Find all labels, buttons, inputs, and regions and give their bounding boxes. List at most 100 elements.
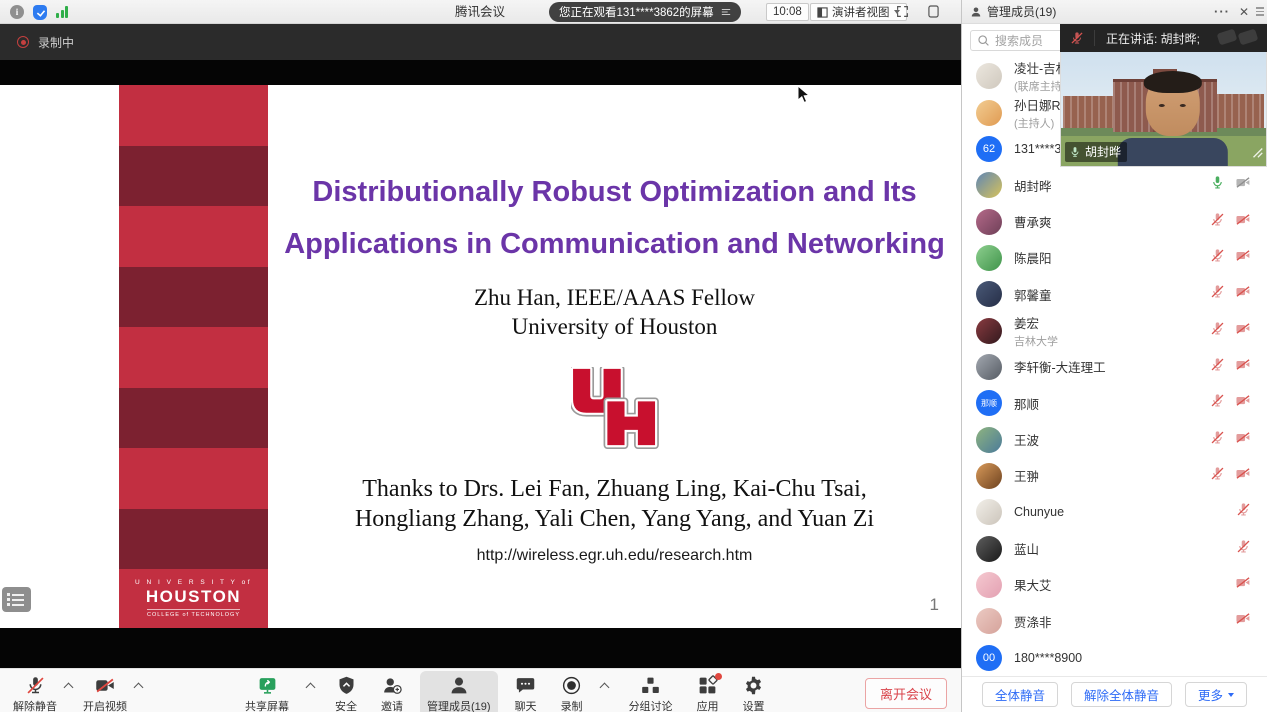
toolbar-item-apps[interactable]: 应用 — [690, 671, 726, 712]
invite-user-icon — [381, 674, 403, 696]
camera-off-icon[interactable] — [1235, 466, 1251, 486]
fullscreen-icon[interactable] — [896, 5, 909, 23]
members-panel-header: 管理成员(19) ··· ✕ — [962, 0, 1267, 24]
button-label: 全体静音 — [995, 685, 1045, 704]
avatar — [976, 281, 1002, 307]
participant-row[interactable]: 王翀 — [962, 458, 1267, 494]
participant-row[interactable]: 蓝山 — [962, 530, 1267, 566]
camera-off-icon[interactable] — [1235, 575, 1251, 595]
more-button[interactable]: 更多 — [1185, 682, 1247, 707]
mic-muted-icon[interactable] — [1070, 31, 1084, 45]
participant-row[interactable]: 王波 — [962, 421, 1267, 457]
participant-row[interactable]: 00180****8900 — [962, 640, 1267, 676]
mic-muted-icon[interactable] — [1210, 321, 1225, 341]
avatar: 62 — [976, 136, 1002, 162]
share-screen-icon — [256, 674, 279, 696]
mute-all-button[interactable]: 全体静音 — [982, 682, 1058, 707]
participant-name: 贾涤非 — [1014, 612, 1235, 631]
participant-row[interactable]: 贾涤非 — [962, 603, 1267, 639]
close-icon[interactable]: ✕ — [1239, 5, 1249, 19]
mic-muted-icon — [25, 674, 46, 696]
slide-title-line2: Applications in Communication and Networ… — [268, 227, 961, 261]
mic-muted-icon[interactable] — [1236, 539, 1251, 559]
participant-name: 180****8900 — [1014, 651, 1251, 665]
view-mode-selector[interactable]: 演讲者视图 — [810, 3, 907, 21]
participant-row[interactable]: 姜宏吉林大学 — [962, 312, 1267, 348]
mic-muted-icon[interactable] — [1210, 393, 1225, 413]
participant-row[interactable]: 果大艾 — [962, 567, 1267, 603]
mic-muted-icon[interactable] — [1210, 248, 1225, 268]
sidebar-toggle-icon[interactable] — [928, 5, 939, 23]
settings-gear-icon — [743, 674, 764, 696]
toolbar-item-label: 开启视频 — [83, 698, 127, 712]
leave-meeting-button[interactable]: 离开会议 — [865, 678, 947, 709]
breakout-rooms-icon — [640, 674, 661, 696]
button-label: 解除全体静音 — [1084, 685, 1159, 704]
camera-off-icon[interactable] — [1235, 284, 1251, 304]
slide-url: http://wireless.egr.uh.edu/research.htm — [268, 547, 961, 565]
participant-row[interactable]: 胡封晔 — [962, 167, 1267, 203]
camera-off-icon[interactable] — [1235, 248, 1251, 268]
uh-logo — [268, 367, 961, 454]
mic-muted-icon[interactable] — [1210, 466, 1225, 486]
mic-muted-icon[interactable] — [1210, 284, 1225, 304]
toolbar-item-security[interactable]: 安全 — [328, 671, 364, 712]
toolbar-item-record[interactable]: 录制 — [554, 671, 590, 712]
participant-row[interactable]: 曹承爽 — [962, 203, 1267, 239]
camera-off-icon[interactable] — [1235, 321, 1251, 341]
info-icon[interactable]: i — [10, 5, 24, 19]
chevron-up-icon[interactable] — [64, 683, 74, 693]
watching-banner[interactable]: 您正在观看131****3862的屏幕 — [549, 2, 741, 22]
participant-row[interactable]: 郭馨童 — [962, 276, 1267, 312]
toolbar-item-breakout[interactable]: 分组讨论 — [622, 671, 680, 712]
mic-muted-icon[interactable] — [1210, 357, 1225, 377]
toolbar-item-label: 安全 — [335, 698, 357, 712]
network-signal-icon[interactable] — [56, 6, 68, 18]
toolbar-item-share-screen[interactable]: 共享屏幕 — [238, 671, 296, 712]
titlebar-status-icons: i — [10, 0, 68, 24]
toolbar-item-invite[interactable]: 邀请 — [374, 671, 410, 712]
mouse-cursor — [797, 85, 810, 109]
caret-down-icon — [1228, 693, 1234, 697]
security-shield-icon — [336, 674, 357, 696]
mic-muted-icon[interactable] — [1236, 502, 1251, 522]
button-label: 更多 — [1198, 685, 1223, 704]
more-icon[interactable]: ··· — [1214, 4, 1230, 19]
panel-handle-icon[interactable] — [1256, 7, 1264, 16]
participant-name: 陈晨阳 — [1014, 248, 1210, 267]
speaker-video[interactable]: 胡封晔 — [1060, 52, 1267, 167]
participant-row[interactable]: 那顺那顺 — [962, 385, 1267, 421]
toolbar-item-start-video[interactable]: 开启视频 — [76, 671, 134, 712]
camera-off-icon[interactable] — [1235, 611, 1251, 631]
camera-off-icon[interactable] — [1235, 430, 1251, 450]
chevron-up-icon[interactable] — [306, 683, 316, 693]
toolbar-item-chat[interactable]: 聊天 — [508, 671, 544, 712]
toolbar-item-settings[interactable]: 设置 — [736, 671, 772, 712]
shield-icon[interactable] — [33, 5, 47, 20]
speaker-video-overlay[interactable]: 正在讲话: 胡封晔; 胡封晔 — [1060, 24, 1267, 167]
participant-row[interactable]: 陈晨阳 — [962, 240, 1267, 276]
camera-off-icon[interactable] — [1235, 357, 1251, 377]
toolbar-item-label: 共享屏幕 — [245, 698, 289, 712]
houston-wordmark-line1: U N I V E R S I T Y of — [135, 579, 252, 586]
toolbar-item-unmute[interactable]: 解除静音 — [6, 671, 64, 712]
unmute-all-button[interactable]: 解除全体静音 — [1071, 682, 1172, 707]
chevron-up-icon[interactable] — [134, 683, 144, 693]
camera-off-icon[interactable] — [1235, 175, 1251, 195]
annotation-toolbar-button[interactable] — [2, 587, 31, 612]
chevron-up-icon[interactable] — [599, 683, 609, 693]
toolbar-item-label: 邀请 — [381, 698, 403, 712]
camera-off-icon[interactable] — [1235, 393, 1251, 413]
participant-subtitle: 吉林大学 — [1014, 333, 1210, 349]
participant-row[interactable]: Chunyue — [962, 494, 1267, 530]
meeting-timer: 10:08 — [766, 3, 809, 21]
camera-off-icon[interactable] — [1235, 212, 1251, 232]
toolbar-item-members[interactable]: 管理成员(19) — [420, 671, 498, 712]
mic-muted-icon[interactable] — [1210, 212, 1225, 232]
video-building — [1063, 96, 1117, 132]
mic-muted-icon[interactable] — [1210, 430, 1225, 450]
resize-handle[interactable] — [1250, 145, 1264, 164]
participant-row[interactable]: 李轩衡-大连理工 — [962, 349, 1267, 385]
mic-on-icon[interactable] — [1210, 175, 1225, 195]
slide-thanks-line2: Hongliang Zhang, Yali Chen, Yang Yang, a… — [268, 504, 961, 534]
